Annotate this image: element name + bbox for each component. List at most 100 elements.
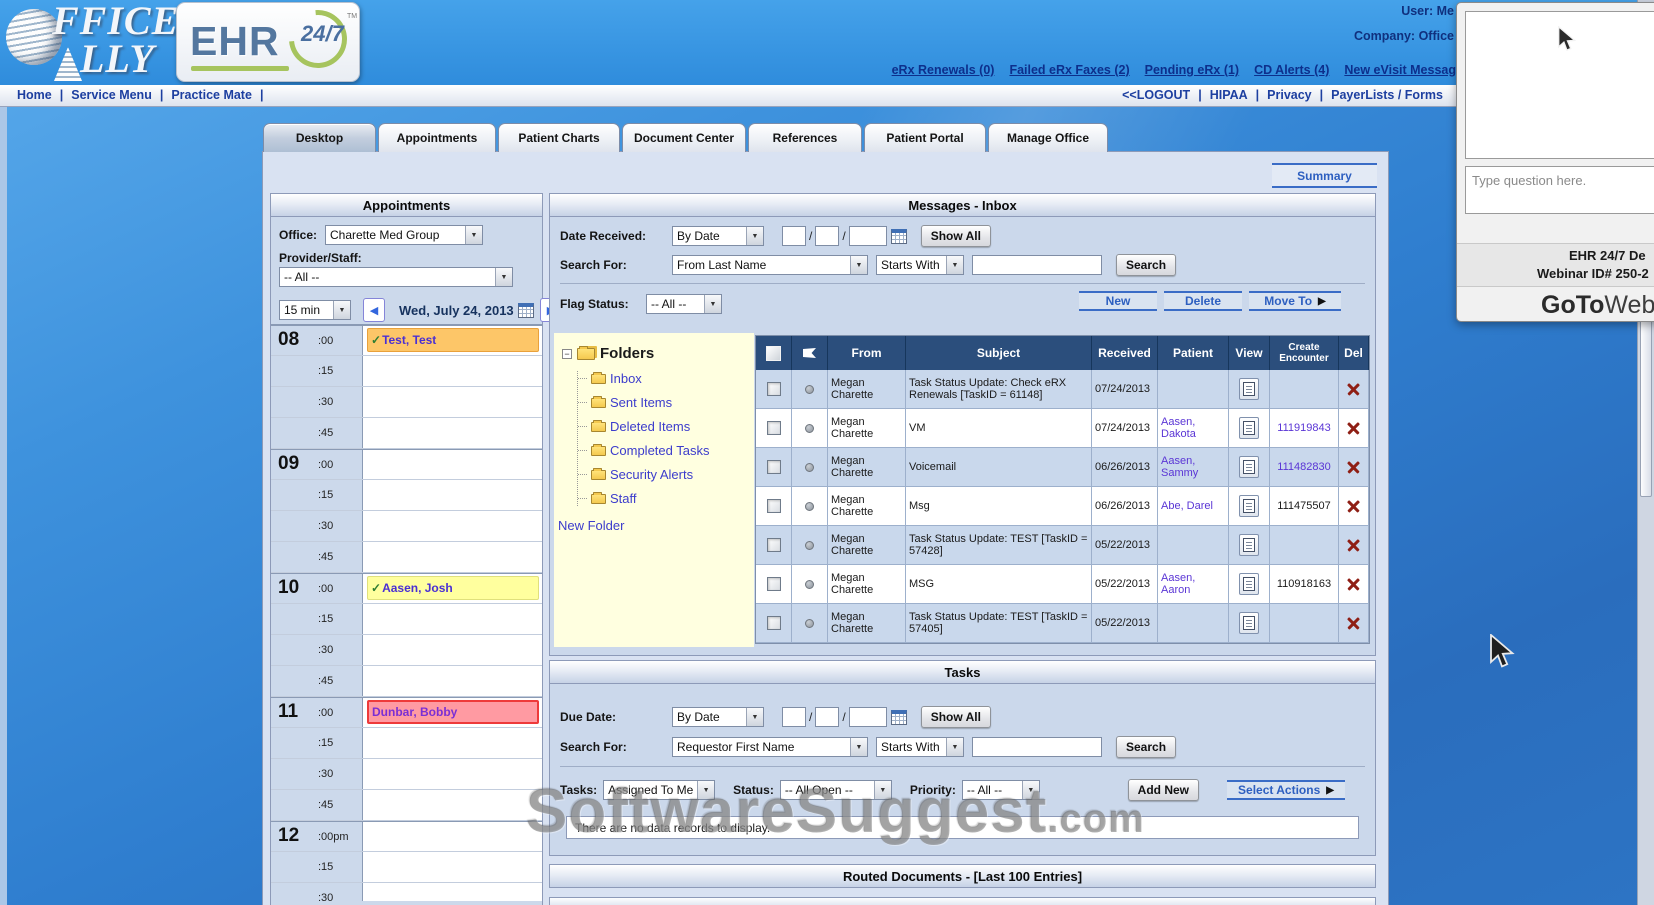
folder-item-sent-items[interactable]: Sent Items — [578, 395, 748, 410]
chevron-down-icon[interactable] — [746, 227, 763, 245]
view-message-button[interactable] — [1239, 417, 1259, 439]
search-field-select[interactable]: From Last Name — [672, 255, 868, 275]
starts-with-select[interactable]: Starts With — [876, 737, 964, 757]
date-received-mode-select[interactable]: By Date — [672, 226, 764, 246]
day-input[interactable] — [815, 707, 839, 727]
appointment-slot[interactable] — [363, 511, 542, 541]
patient-link[interactable]: Aasen, Sammy — [1161, 455, 1225, 479]
delete-icon[interactable] — [1346, 382, 1361, 397]
month-input[interactable] — [782, 707, 806, 727]
provider-select[interactable]: -- All -- — [279, 267, 513, 287]
appointment-slot[interactable] — [363, 728, 542, 758]
view-message-button[interactable] — [1239, 378, 1259, 400]
folders-root[interactable]: − Folders — [562, 345, 748, 362]
flag-dot-icon[interactable] — [805, 424, 814, 433]
show-all-button[interactable]: Show All — [921, 706, 991, 728]
delete-icon[interactable] — [1346, 577, 1361, 592]
day-input[interactable] — [815, 226, 839, 246]
view-message-button[interactable] — [1239, 573, 1259, 595]
calendar-icon[interactable] — [891, 229, 907, 244]
message-checkbox[interactable] — [767, 499, 781, 513]
new-button[interactable]: New — [1079, 291, 1157, 311]
folder-item-deleted-items[interactable]: Deleted Items — [578, 419, 748, 434]
view-message-button[interactable] — [1239, 495, 1259, 517]
flag-dot-icon[interactable] — [805, 580, 814, 589]
appointment-chip[interactable]: ✓Aasen, Josh — [367, 576, 539, 600]
delete-icon[interactable] — [1346, 499, 1361, 514]
message-checkbox[interactable] — [767, 460, 781, 474]
appointment-slot[interactable] — [363, 542, 542, 572]
view-message-button[interactable] — [1239, 612, 1259, 634]
nav-item-payerlists-forms[interactable]: PayerLists / Forms — [1331, 88, 1443, 102]
appointment-slot[interactable] — [363, 790, 542, 820]
calendar-icon[interactable] — [891, 710, 907, 725]
view-message-button[interactable] — [1239, 534, 1259, 556]
nav-item-practice-mate[interactable]: Practice Mate — [171, 88, 252, 102]
message-checkbox[interactable] — [767, 616, 781, 630]
due-date-mode-select[interactable]: By Date — [672, 707, 764, 727]
collapse-icon[interactable]: − — [562, 349, 572, 359]
starts-with-select[interactable]: Starts With — [876, 255, 964, 275]
previous-day-button[interactable]: ◀ — [363, 298, 385, 322]
new-folder-link[interactable]: New Folder — [558, 518, 624, 533]
delete-icon[interactable] — [1346, 616, 1361, 631]
create-encounter-link[interactable]: 111475507 — [1277, 500, 1330, 512]
nav-item-service-menu[interactable]: Service Menu — [71, 88, 152, 102]
appointment-slot[interactable] — [363, 666, 542, 696]
appointment-slot[interactable] — [363, 356, 542, 386]
year-input[interactable] — [849, 226, 887, 246]
appointment-slot[interactable] — [363, 883, 542, 901]
header-link-cd-alerts-4[interactable]: CD Alerts (4) — [1254, 63, 1329, 77]
move-to-button[interactable]: Move To▶ — [1249, 291, 1341, 311]
task-search-input[interactable] — [972, 737, 1102, 757]
tab-references[interactable]: References — [748, 123, 862, 152]
patient-link[interactable]: Aasen, Aaron — [1161, 572, 1225, 596]
appointment-chip[interactable]: ✓Test, Test — [367, 328, 539, 352]
view-message-button[interactable] — [1239, 456, 1259, 478]
chevron-down-icon[interactable] — [946, 738, 963, 756]
message-checkbox[interactable] — [767, 382, 781, 396]
tab-patient-charts[interactable]: Patient Charts — [498, 123, 620, 152]
tab-patient-portal[interactable]: Patient Portal — [864, 123, 986, 152]
chevron-down-icon[interactable] — [746, 708, 763, 726]
task-search-field-select[interactable]: Requestor First Name — [672, 737, 868, 757]
message-checkbox[interactable] — [767, 577, 781, 591]
patient-link[interactable]: Aasen, Dakota — [1161, 416, 1225, 440]
calendar-icon[interactable] — [518, 303, 534, 318]
folder-item-inbox[interactable]: Inbox — [578, 371, 748, 386]
chevron-down-icon[interactable] — [850, 256, 867, 274]
appointment-slot[interactable] — [363, 387, 542, 417]
appointment-slot[interactable] — [363, 480, 542, 510]
flag-dot-icon[interactable] — [805, 502, 814, 511]
search-button[interactable]: Search — [1116, 254, 1176, 276]
summary-button[interactable]: Summary — [1272, 163, 1377, 188]
appointment-slot[interactable] — [363, 604, 542, 634]
delete-icon[interactable] — [1346, 460, 1361, 475]
folder-item-staff[interactable]: Staff — [578, 491, 748, 506]
chevron-down-icon[interactable] — [465, 226, 482, 244]
interval-select[interactable]: 15 min — [279, 300, 351, 320]
office-select[interactable]: Charette Med Group — [325, 225, 483, 245]
create-encounter-link[interactable]: 111482830 — [1277, 461, 1330, 473]
delete-icon[interactable] — [1346, 421, 1361, 436]
appointment-slot[interactable] — [363, 759, 542, 789]
patient-link[interactable]: Abe, Darel — [1161, 500, 1213, 512]
tab-desktop[interactable]: Desktop — [263, 123, 376, 152]
chevron-down-icon[interactable] — [495, 268, 512, 286]
nav-item-home[interactable]: Home — [17, 88, 52, 102]
month-input[interactable] — [782, 226, 806, 246]
appointment-slot[interactable] — [363, 635, 542, 665]
flag-dot-icon[interactable] — [805, 385, 814, 394]
tab-appointments[interactable]: Appointments — [378, 123, 496, 152]
folder-item-completed-tasks[interactable]: Completed Tasks — [578, 443, 748, 458]
flag-dot-icon[interactable] — [805, 463, 814, 472]
flag-dot-icon[interactable] — [805, 541, 814, 550]
search-input[interactable] — [972, 255, 1102, 275]
nav-item-logout[interactable]: <<LOGOUT — [1122, 88, 1190, 102]
chevron-down-icon[interactable] — [946, 256, 963, 274]
nav-item-hipaa[interactable]: HIPAA — [1210, 88, 1248, 102]
show-all-button[interactable]: Show All — [921, 225, 991, 247]
folder-item-security-alerts[interactable]: Security Alerts — [578, 467, 748, 482]
header-link-new-evisit-messag[interactable]: New eVisit Messag — [1344, 63, 1456, 77]
appointment-chip[interactable]: Dunbar, Bobby — [367, 700, 539, 724]
